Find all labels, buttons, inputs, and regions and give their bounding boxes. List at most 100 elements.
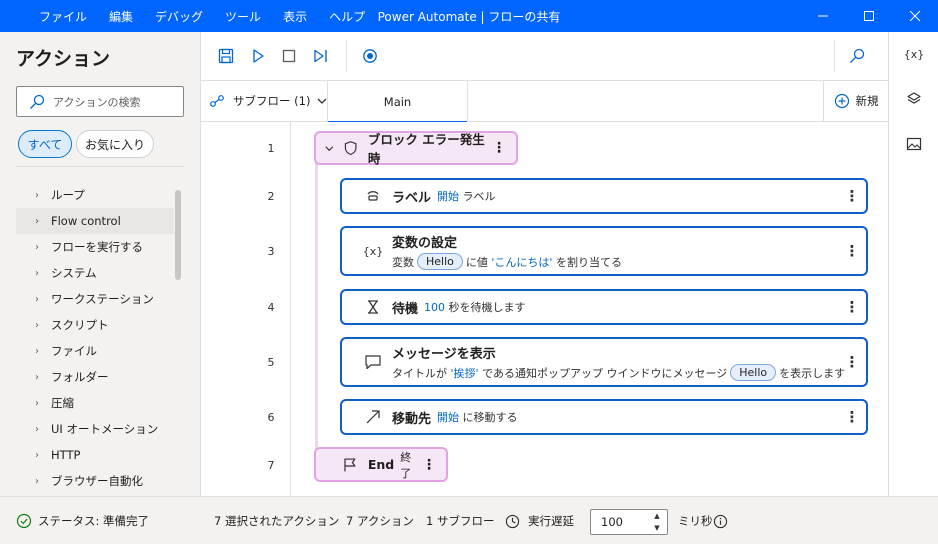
new-label: 新規 (855, 94, 879, 108)
actions-panel-title: アクション (16, 48, 111, 70)
category-file[interactable]: › ファイル (16, 338, 174, 364)
run-delay-input[interactable]: 100 ▲ ▼ (590, 509, 668, 535)
category-scripting[interactable]: › スクリプト (16, 312, 174, 338)
category-label: システム (51, 266, 97, 280)
action-value: 開始 (437, 190, 460, 203)
chevron-right-icon: › (35, 241, 39, 253)
menu-view[interactable]: 表示 (272, 8, 318, 25)
action-search-input[interactable]: アクションの検索 (16, 86, 184, 117)
run-button[interactable] (247, 45, 269, 67)
block-scope-line (315, 156, 318, 450)
ui-elements-pane-button[interactable] (902, 87, 926, 111)
action-value: 開始 (437, 411, 460, 424)
info-button[interactable] (713, 497, 728, 544)
block-title: ブロック エラー発生時 (367, 132, 485, 166)
filter-favorites-button[interactable]: お気に入り (76, 130, 154, 158)
action-value: 100 (424, 300, 446, 314)
run-delay-spinner[interactable]: ▲ ▼ (651, 512, 663, 532)
record-button[interactable] (359, 45, 381, 67)
chevron-right-icon: › (35, 215, 39, 227)
category-label: Flow control (51, 214, 121, 228)
action-wait[interactable]: 待機 100 秒を待機します ⋮ (340, 289, 868, 325)
action-desc: ラベル (462, 190, 496, 203)
more-options-icon[interactable]: ⋮ (845, 352, 860, 372)
variable-chip: Hello (417, 253, 463, 270)
actions-panel: アクション アクションの検索 すべて お気に入り › ループ › Flow cont… (0, 32, 201, 496)
more-options-icon[interactable]: ⋮ (492, 140, 506, 156)
hourglass-icon (364, 298, 382, 316)
line-number: 5 (267, 356, 275, 369)
toolbar-divider (346, 40, 347, 72)
save-button[interactable] (215, 45, 237, 67)
stop-icon (282, 49, 296, 63)
run-delay-value: 100 (601, 515, 623, 529)
chevron-up-icon[interactable]: ▲ (654, 512, 659, 520)
category-system[interactable]: › システム (16, 260, 174, 286)
actions-count: 7 アクション (346, 514, 414, 528)
search-flow-button[interactable] (846, 45, 868, 67)
category-compression[interactable]: › 圧縮 (16, 390, 174, 416)
action-value: 'こんにちは' (491, 255, 553, 269)
action-set-variable[interactable]: {x} 変数の設定 変数 Hello に値 'こんにちは' を割り当てる ⋮ (340, 226, 868, 276)
more-options-icon[interactable]: ⋮ (845, 186, 860, 206)
category-label: ワークステーション (51, 292, 154, 306)
category-workstation[interactable]: › ワークステーション (16, 286, 174, 312)
layers-icon (907, 92, 921, 104)
divider (16, 166, 184, 167)
category-browser-automation[interactable]: › ブラウザー自動化 (16, 468, 174, 494)
images-pane-button[interactable] (902, 132, 926, 156)
menu-help[interactable]: ヘルプ (318, 8, 376, 25)
shield-icon (344, 141, 357, 156)
chevron-right-icon: › (35, 267, 39, 279)
action-go-to[interactable]: 移動先 開始 に移動する ⋮ (340, 399, 868, 435)
more-options-icon[interactable]: ⋮ (422, 457, 436, 473)
action-name: メッセージを表示 (392, 347, 496, 362)
block-on-error-start[interactable]: ブロック エラー発生時 ⋮ (314, 131, 518, 166)
flow-designer-canvas: 1 2 3 4 5 6 7 ブロック エラー発生時 ⋮ ラベル 開始 ラベル ⋮… (201, 122, 888, 496)
run-delay-label: 実行遅延 (528, 514, 574, 528)
chevron-down-icon[interactable]: ▼ (654, 524, 659, 532)
block-end[interactable]: End 終了 ⋮ (314, 447, 448, 482)
search-icon (850, 48, 865, 63)
category-label: ブラウザー自動化 (51, 474, 143, 488)
new-subflow-button[interactable]: 新規 (823, 81, 888, 121)
chevron-down-icon[interactable] (324, 143, 335, 154)
tab-main[interactable]: Main (327, 81, 468, 123)
action-desc: 秒を待機します (448, 301, 526, 314)
run-delay-unit: ミリ秒 (678, 514, 713, 528)
minimize-button[interactable] (800, 0, 846, 32)
menu-tools[interactable]: ツール (214, 8, 272, 25)
close-button[interactable] (892, 0, 938, 32)
subflow-tabs: サブフロー (1) Main 新規 (201, 81, 888, 123)
filter-all-button[interactable]: すべて (18, 130, 72, 158)
category-loop[interactable]: › ループ (16, 182, 174, 208)
category-folder[interactable]: › フォルダー (16, 364, 174, 390)
category-flow-control[interactable]: › Flow control (16, 208, 174, 234)
action-display-message[interactable]: メッセージを表示 タイトルが '挨拶' である通知ポップアップ ウインドウにメッ… (340, 337, 868, 387)
action-desc-mid: に値 (465, 255, 488, 269)
menu-file[interactable]: ファイル (28, 8, 98, 25)
maximize-button[interactable] (846, 0, 892, 32)
category-label: HTTP (51, 448, 81, 462)
more-options-icon[interactable]: ⋮ (845, 297, 860, 317)
more-options-icon[interactable]: ⋮ (845, 407, 860, 427)
variables-pane-button[interactable]: {x} (902, 42, 926, 66)
run-next-action-button[interactable] (310, 45, 332, 67)
message-icon (364, 353, 382, 371)
actions-panel-scrollbar[interactable] (175, 190, 181, 280)
category-run-flow[interactable]: › フローを実行する (16, 234, 174, 260)
info-icon (713, 514, 728, 528)
more-options-icon[interactable]: ⋮ (845, 241, 860, 261)
run-delay-label-group: 実行遅延 (505, 497, 574, 544)
menu-debug[interactable]: デバッグ (144, 8, 214, 25)
block-end-title: End (367, 457, 395, 472)
category-ui-automation[interactable]: › UI オートメーション (16, 416, 174, 442)
category-label: フローを実行する (51, 240, 143, 254)
line-number: 3 (267, 245, 275, 258)
action-label[interactable]: ラベル 開始 ラベル ⋮ (340, 178, 868, 214)
stop-button[interactable] (278, 45, 300, 67)
variable-icon: {x} (362, 244, 384, 258)
menu-edit[interactable]: 編集 (98, 8, 144, 25)
category-http[interactable]: › HTTP (16, 442, 174, 468)
subflows-dropdown[interactable]: サブフロー (1) (209, 81, 328, 121)
